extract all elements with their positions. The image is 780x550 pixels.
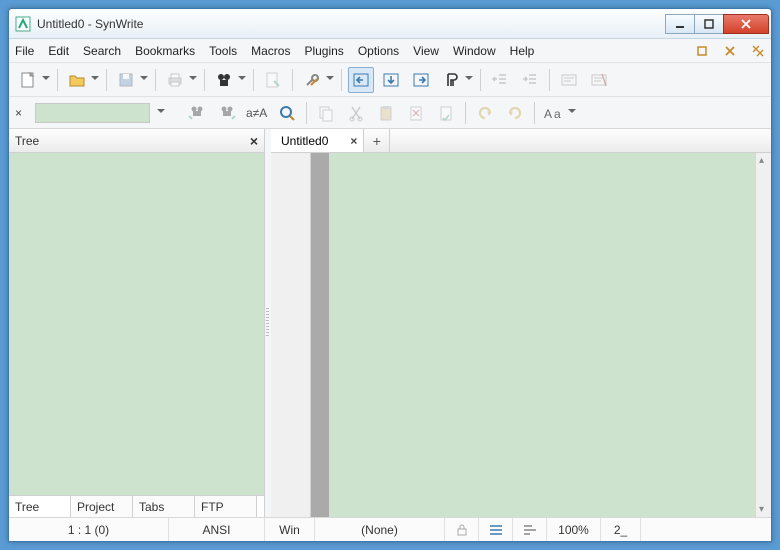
paste-button[interactable] (373, 100, 399, 126)
find-dropdown[interactable] (237, 73, 247, 87)
sidebar-tab-tabs[interactable]: Tabs (133, 496, 195, 517)
editor-tab-close-icon[interactable]: × (350, 134, 357, 148)
status-line-endings[interactable]: Win (265, 518, 315, 541)
menu-search[interactable]: Search (83, 44, 121, 58)
toolbar-search: × a≠A Aa (9, 97, 771, 129)
menu-tools[interactable]: Tools (209, 44, 237, 58)
editor-gutter (271, 153, 311, 517)
nav-down-button[interactable] (378, 67, 404, 93)
sidebar-tab-tree[interactable]: Tree (9, 496, 71, 517)
nav-forward-button[interactable] (408, 67, 434, 93)
status-zoom[interactable]: 100% (547, 518, 601, 541)
menu-window[interactable]: Window (453, 44, 496, 58)
print-button[interactable] (162, 67, 188, 93)
find-next-button[interactable] (214, 100, 240, 126)
tree-panel-header: Tree × (9, 129, 264, 153)
nonprinting-dropdown[interactable] (464, 73, 474, 87)
add-tab-button[interactable]: + (364, 129, 390, 152)
maximize-button[interactable] (694, 14, 724, 34)
search-magnifier-button[interactable] (274, 100, 300, 126)
editor-tab[interactable]: Untitled0 × (271, 129, 364, 152)
editor-area: Untitled0 × + (271, 129, 771, 517)
window-title: Untitled0 - SynWrite (37, 17, 666, 31)
uncomment-button[interactable] (586, 67, 612, 93)
menu-view[interactable]: View (413, 44, 439, 58)
font-dropdown[interactable] (567, 106, 577, 120)
editor-tab-label: Untitled0 (281, 134, 328, 148)
menu-options[interactable]: Options (358, 44, 399, 58)
delete-button[interactable] (403, 100, 429, 126)
menu-macros[interactable]: Macros (251, 44, 290, 58)
close-all-icon[interactable] (751, 44, 765, 58)
close-doc-icon[interactable] (723, 44, 737, 58)
menu-bookmarks[interactable]: Bookmarks (135, 44, 195, 58)
status-selmode-icon[interactable] (513, 518, 547, 541)
cut-button[interactable] (343, 100, 369, 126)
editor (271, 153, 771, 517)
font-button[interactable]: Aa (541, 100, 567, 126)
goto-button[interactable] (260, 67, 286, 93)
menu-file[interactable]: File (15, 44, 34, 58)
menu-help[interactable]: Help (510, 44, 535, 58)
svg-text:a: a (554, 107, 561, 121)
save-button[interactable] (113, 67, 139, 93)
statusbar: 1 : 1 (0) ANSI Win (None) 100% 2_ (9, 517, 771, 541)
copy-button[interactable] (313, 100, 339, 126)
menu-edit[interactable]: Edit (48, 44, 69, 58)
status-extra[interactable]: 2_ (601, 518, 641, 541)
window-controls (666, 14, 769, 34)
status-encoding[interactable]: ANSI (169, 518, 265, 541)
app-window: Untitled0 - SynWrite File Edit Search Bo… (8, 8, 772, 542)
titlebar[interactable]: Untitled0 - SynWrite (9, 9, 771, 39)
editor-fold-gutter (311, 153, 329, 517)
restore-icon[interactable] (695, 44, 709, 58)
minimize-button[interactable] (665, 14, 695, 34)
redo-button[interactable] (502, 100, 528, 126)
status-filler (641, 518, 771, 541)
tools-button[interactable] (299, 67, 325, 93)
comment-button[interactable] (556, 67, 582, 93)
svg-text:A: A (544, 107, 552, 121)
tree-body[interactable] (9, 153, 264, 495)
vertical-scrollbar[interactable] (755, 153, 771, 517)
status-wrap-icon[interactable] (479, 518, 513, 541)
find-prev-button[interactable] (184, 100, 210, 126)
toolbar-main (9, 63, 771, 97)
find-button[interactable] (211, 67, 237, 93)
editor-body[interactable] (329, 153, 755, 517)
status-position[interactable]: 1 : 1 (0) (9, 518, 169, 541)
close-button[interactable] (723, 14, 769, 34)
nav-back-button[interactable] (348, 67, 374, 93)
tree-panel-close-icon[interactable]: × (250, 133, 258, 149)
status-lock-icon[interactable] (445, 518, 479, 541)
menu-plugins[interactable]: Plugins (304, 44, 343, 58)
new-file-dropdown[interactable] (41, 73, 51, 87)
sidebar: Tree × Tree Project Tabs FTP (9, 129, 265, 517)
unindent-button[interactable] (487, 67, 513, 93)
new-file-button[interactable] (15, 67, 41, 93)
search-input[interactable] (35, 103, 150, 123)
select-all-button[interactable] (433, 100, 459, 126)
tree-panel-title: Tree (15, 134, 250, 148)
menubar: File Edit Search Bookmarks Tools Macros … (9, 39, 771, 63)
sidebar-tab-ftp[interactable]: FTP (195, 496, 257, 517)
editor-tabstrip: Untitled0 × + (271, 129, 771, 153)
search-history-dropdown[interactable] (156, 106, 166, 120)
nonprinting-button[interactable] (438, 67, 464, 93)
tools-dropdown[interactable] (325, 73, 335, 87)
case-toggle-button[interactable]: a≠A (244, 100, 270, 126)
print-dropdown[interactable] (188, 73, 198, 87)
app-icon (15, 16, 31, 32)
status-lexer[interactable]: (None) (315, 518, 445, 541)
indent-button[interactable] (517, 67, 543, 93)
save-dropdown[interactable] (139, 73, 149, 87)
svg-text:a≠A: a≠A (246, 106, 267, 120)
open-file-button[interactable] (64, 67, 90, 93)
sidebar-tabs: Tree Project Tabs FTP (9, 495, 264, 517)
undo-button[interactable] (472, 100, 498, 126)
open-file-dropdown[interactable] (90, 73, 100, 87)
sidebar-tab-project[interactable]: Project (71, 496, 133, 517)
search-bar-close-icon[interactable]: × (15, 106, 29, 120)
content-area: Tree × Tree Project Tabs FTP Untitled0 ×… (9, 129, 771, 517)
